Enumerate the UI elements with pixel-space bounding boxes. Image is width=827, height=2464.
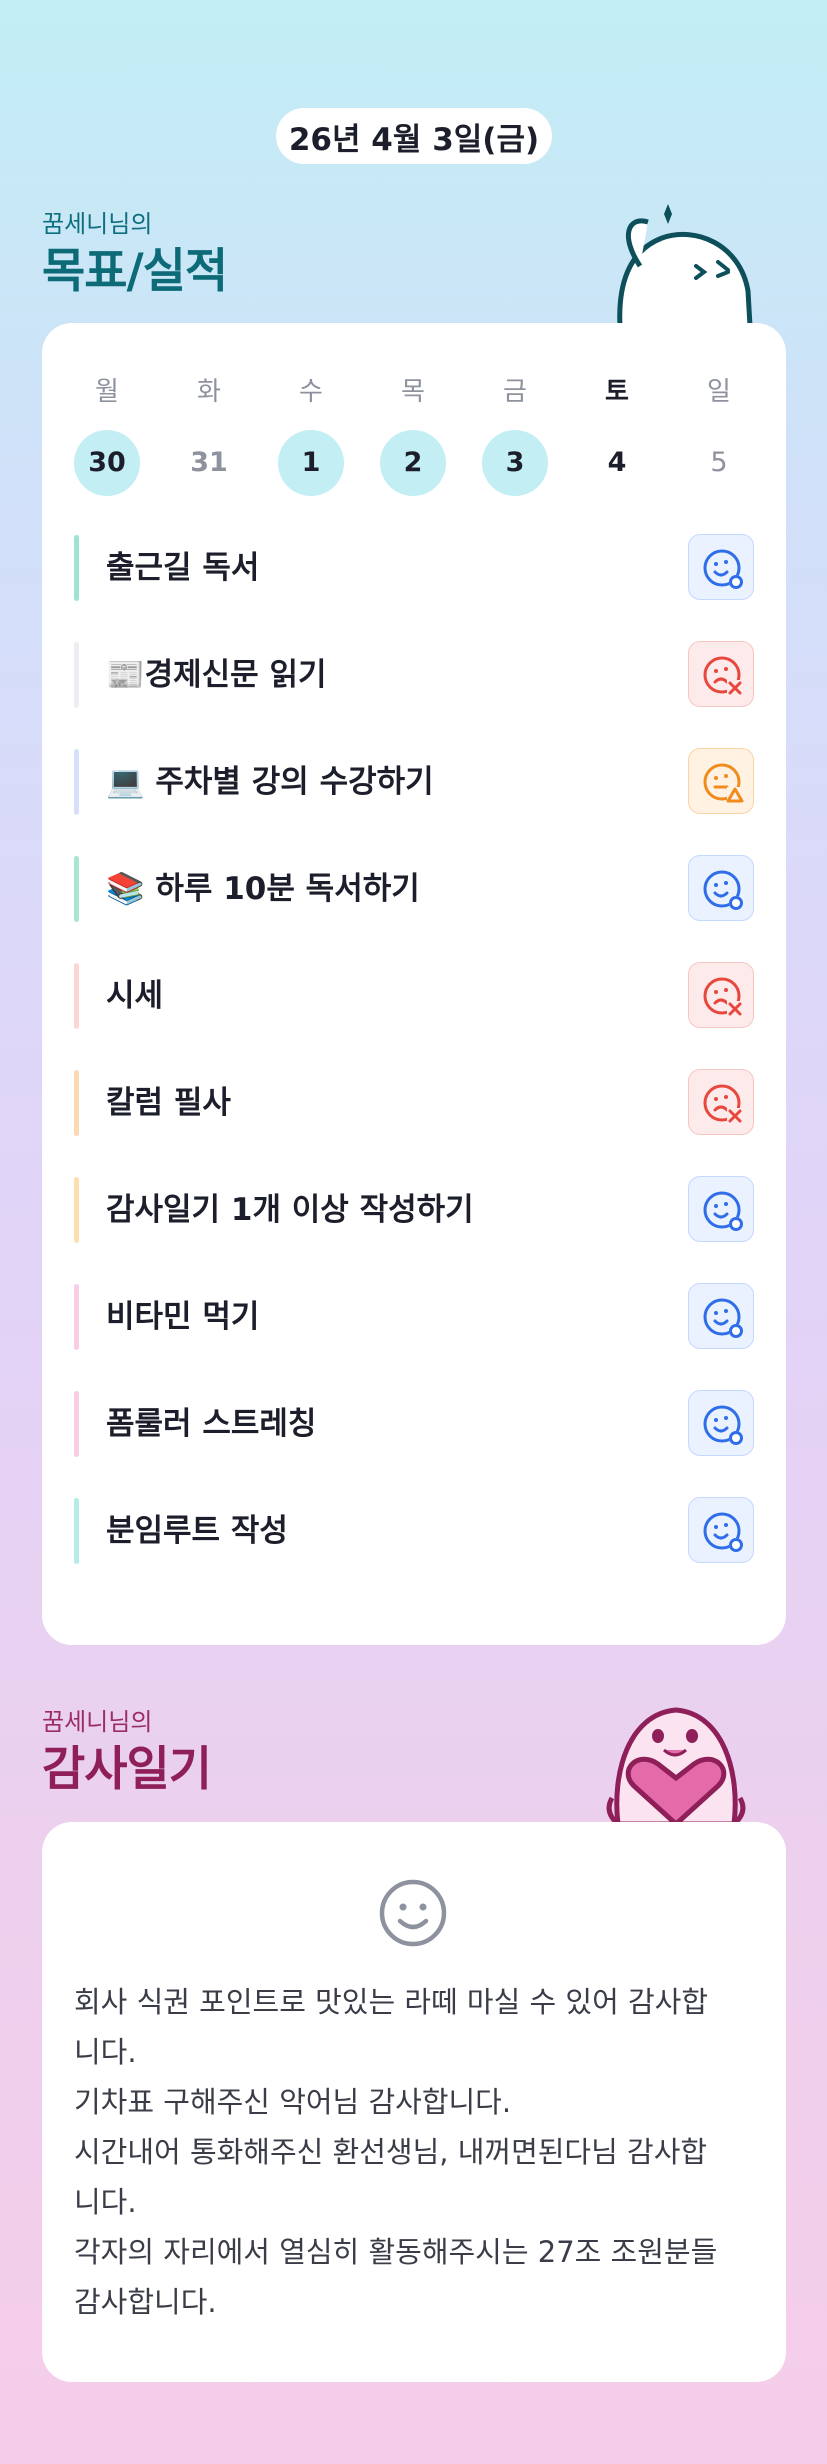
goal-row[interactable]: 폼룰러 스트레칭 <box>74 1390 754 1457</box>
smile-circle-icon <box>703 549 743 589</box>
sad-x-icon <box>703 656 743 696</box>
goal-label: 📰경제신문 읽기 <box>106 657 327 693</box>
goal-color-bar <box>74 642 79 708</box>
weekday-wed: 수 <box>299 377 323 407</box>
day-4[interactable]: 4 <box>584 430 650 496</box>
goal-status-button[interactable] <box>688 1497 754 1563</box>
goal-label: 비타민 먹기 <box>106 1299 260 1335</box>
goal-color-bar <box>74 856 79 922</box>
smile-circle-icon <box>703 1512 743 1552</box>
smiley-outline-icon <box>379 1879 447 1947</box>
day-2[interactable]: 2 <box>380 430 446 496</box>
goal-row[interactable]: 출근길 독서 <box>74 534 754 601</box>
neutral-triangle-icon <box>703 763 744 804</box>
sad-x-icon <box>703 1084 743 1124</box>
smile-circle-icon <box>703 1298 743 1338</box>
goal-row[interactable]: 비타민 먹기 <box>74 1283 754 1350</box>
thanks-section-title: 감사일기 <box>42 1742 212 1797</box>
smile-circle-icon <box>703 1405 743 1445</box>
goal-color-bar <box>74 535 79 601</box>
goal-color-bar <box>74 1391 79 1457</box>
day-3[interactable]: 3 <box>482 430 548 496</box>
goal-label: 시세 <box>106 978 164 1014</box>
goal-label: 칼럼 필사 <box>106 1085 231 1121</box>
gratitude-card: 회사 식권 포인트로 맛있는 라떼 마실 수 있어 감사합 니다. 기차표 구해… <box>42 1822 786 2382</box>
goal-label: 분임루트 작성 <box>106 1513 288 1549</box>
goal-label: 감사일기 1개 이상 작성하기 <box>106 1192 474 1228</box>
day-1[interactable]: 1 <box>278 430 344 496</box>
goals-section-title: 목표/실적 <box>42 244 228 299</box>
goal-status-button[interactable] <box>688 1390 754 1456</box>
goal-row[interactable]: 📰경제신문 읽기 <box>74 641 754 708</box>
goal-color-bar <box>74 1177 79 1243</box>
goal-color-bar <box>74 749 79 815</box>
weekday-thu: 목 <box>401 377 425 407</box>
goal-status-button[interactable] <box>688 1069 754 1135</box>
goal-color-bar <box>74 1284 79 1350</box>
sad-x-icon <box>703 977 743 1017</box>
heart-mascot-icon <box>606 1707 746 1824</box>
goal-color-bar <box>74 1498 79 1564</box>
date-pill[interactable]: 26년 4월 3일(금) <box>276 108 552 164</box>
goal-color-bar <box>74 1070 79 1136</box>
goal-status-button[interactable] <box>688 855 754 921</box>
goal-label: 📚 하루 10분 독서하기 <box>106 871 420 907</box>
goal-status-button[interactable] <box>688 962 754 1028</box>
weekday-sat: 토 <box>605 377 629 407</box>
goal-label: 💻 주차별 강의 수강하기 <box>106 764 434 800</box>
goal-label: 출근길 독서 <box>106 550 260 586</box>
goal-status-button[interactable] <box>688 1283 754 1349</box>
goal-status-button[interactable] <box>688 534 754 600</box>
ghost-mascot-icon <box>617 204 753 326</box>
weekday-tue: 화 <box>197 377 221 407</box>
goal-label: 폼룰러 스트레칭 <box>106 1406 317 1442</box>
date-label: 26년 4월 3일(금) <box>288 121 540 158</box>
smile-circle-icon <box>703 1191 743 1231</box>
goal-color-bar <box>74 963 79 1029</box>
goal-row[interactable]: 시세 <box>74 962 754 1029</box>
gratitude-text: 회사 식권 포인트로 맛있는 라떼 마실 수 있어 감사합 니다. 기차표 구해… <box>74 1985 718 2319</box>
smile-circle-icon <box>703 870 743 910</box>
weekday-mon: 월 <box>95 377 119 407</box>
goal-row[interactable]: 📚 하루 10분 독서하기 <box>74 855 754 922</box>
goal-row[interactable]: 칼럼 필사 <box>74 1069 754 1136</box>
goal-row[interactable]: 💻 주차별 강의 수강하기 <box>74 748 754 815</box>
weekday-fri: 금 <box>503 377 527 407</box>
goals-card: 월 화 수 목 금 토 일 30 31 1 2 3 4 5 출근길 독서 📰경제… <box>42 323 786 1645</box>
weekday-sun: 일 <box>707 377 731 407</box>
goal-row[interactable]: 분임루트 작성 <box>74 1497 754 1564</box>
goal-status-button[interactable] <box>688 641 754 707</box>
goal-status-button[interactable] <box>688 748 754 814</box>
goal-row[interactable]: 감사일기 1개 이상 작성하기 <box>74 1176 754 1243</box>
day-30[interactable]: 30 <box>74 430 140 496</box>
day-5[interactable]: 5 <box>686 430 752 496</box>
goal-status-button[interactable] <box>688 1176 754 1242</box>
day-31[interactable]: 31 <box>176 430 242 496</box>
